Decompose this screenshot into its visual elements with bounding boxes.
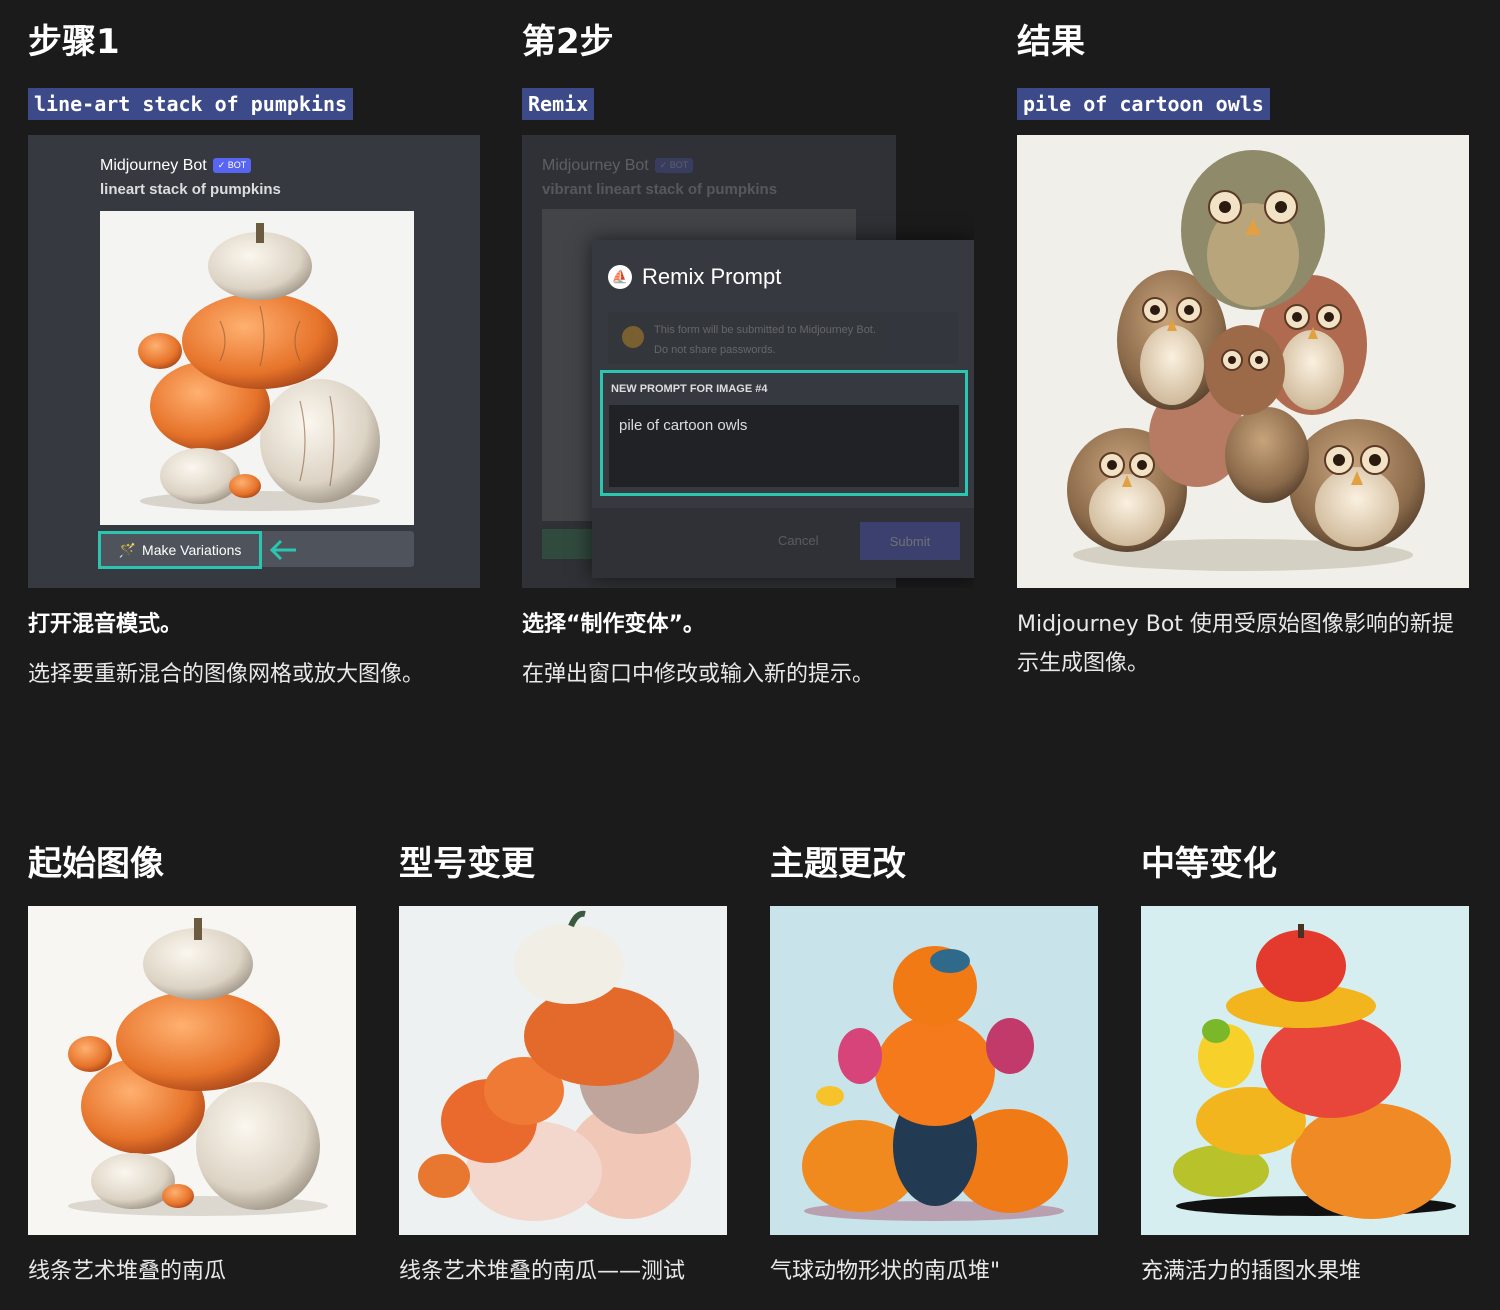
example-1-title: 起始图像 <box>28 844 164 884</box>
pumpkin-grid-image[interactable] <box>100 211 414 525</box>
step-2-screenshot: Midjourney Bot ✓ BOT vibrant lineart stac… <box>522 135 974 588</box>
owl-pile-illustration <box>1067 150 1425 571</box>
new-prompt-input[interactable]: pile of cartoon owls <box>609 405 959 487</box>
modal-title: Remix Prompt <box>642 264 782 289</box>
step-2-description: 在弹出窗口中修改或输入新的提示。 <box>522 662 875 687</box>
step-1-screenshot: Midjourney Bot ✓ BOT lineart stack of pum… <box>28 135 480 588</box>
lineart-pumpkins-illustration <box>68 918 328 1216</box>
bot-badge: ✓ BOT <box>212 158 252 173</box>
prompt-field-highlight: NEW PROMPT FOR IMAGE #4 pile of cartoon … <box>600 370 968 496</box>
example-2-caption: 线条艺术堆叠的南瓜——测试 <box>399 1259 686 1284</box>
midjourney-boat-icon: ⛵ <box>608 265 632 289</box>
example-4-caption: 充满活力的插图水果堆 <box>1141 1259 1362 1284</box>
painted-pumpkins-illustration <box>418 910 699 1221</box>
step-1-heading: 打开混音模式。 <box>28 612 183 637</box>
example-3-caption: 气球动物形状的南瓜堆" <box>770 1259 1001 1284</box>
warning-line-2: Do not share passwords. <box>654 344 776 356</box>
result-description: Midjourney Bot 使用受原始图像影响的新提示生成图像。 <box>1017 612 1454 676</box>
example-1-image <box>28 906 356 1235</box>
modal-warning: This form will be submitted to Midjourne… <box>608 312 958 364</box>
message-author: Midjourney Bot ✓ BOT <box>542 157 694 175</box>
warning-line-1: This form will be submitted to Midjourne… <box>654 324 876 336</box>
owl-pile-image <box>1017 135 1469 588</box>
step-2-heading: 选择“制作变体”。 <box>522 612 705 637</box>
cancel-button[interactable]: Cancel <box>778 533 818 548</box>
prompt-field-label: NEW PROMPT FOR IMAGE #4 <box>611 383 768 395</box>
message-author: Midjourney Bot ✓ BOT <box>100 157 252 175</box>
arrow-left-icon <box>269 539 296 561</box>
modal-footer: Cancel Submit <box>592 508 974 578</box>
author-name: Midjourney Bot <box>100 157 207 174</box>
step-1-code-tag: line-art stack of pumpkins <box>28 88 354 120</box>
fruit-pile-illustration <box>1173 924 1456 1219</box>
result-code-tag: pile of cartoon owls <box>1017 88 1270 120</box>
modal-header: ⛵ Remix Prompt <box>608 264 781 290</box>
bot-badge: ✓ BOT <box>654 158 694 173</box>
remix-prompt-modal: ⛵ Remix Prompt This form will be submitt… <box>592 240 974 578</box>
owl-shapes <box>1067 150 1425 552</box>
example-4-title: 中等变化 <box>1141 844 1277 884</box>
example-4-image <box>1141 906 1469 1235</box>
balloon-pumpkins-illustration <box>802 946 1068 1221</box>
example-3-image <box>770 906 1098 1235</box>
step-1-title: 步骤1 <box>28 22 120 62</box>
message-prompt: lineart stack of pumpkins <box>100 181 281 198</box>
example-2-title: 型号变更 <box>399 844 535 884</box>
step-1-description: 选择要重新混合的图像网格或放大图像。 <box>28 662 425 687</box>
warning-icon <box>622 326 644 348</box>
make-variations-button[interactable]: 🪄 Make Variations <box>98 531 262 569</box>
example-1-caption: 线条艺术堆叠的南瓜 <box>28 1259 227 1284</box>
magic-wand-icon: 🪄 <box>118 541 137 558</box>
submit-button[interactable]: Submit <box>860 522 960 560</box>
result-title: 结果 <box>1017 22 1085 62</box>
example-2-image <box>399 906 727 1235</box>
message-prompt: vibrant lineart stack of pumpkins <box>542 181 778 198</box>
example-3-title: 主题更改 <box>770 844 906 884</box>
make-variations-label: Make Variations <box>142 542 242 558</box>
author-name: Midjourney Bot <box>542 157 649 174</box>
step-2-code-tag: Remix <box>522 88 595 120</box>
pumpkin-stack-illustration <box>138 223 380 511</box>
step-2-title: 第2步 <box>522 22 614 62</box>
discord-message-panel: Midjourney Bot ✓ BOT lineart stack of pum… <box>28 135 480 588</box>
